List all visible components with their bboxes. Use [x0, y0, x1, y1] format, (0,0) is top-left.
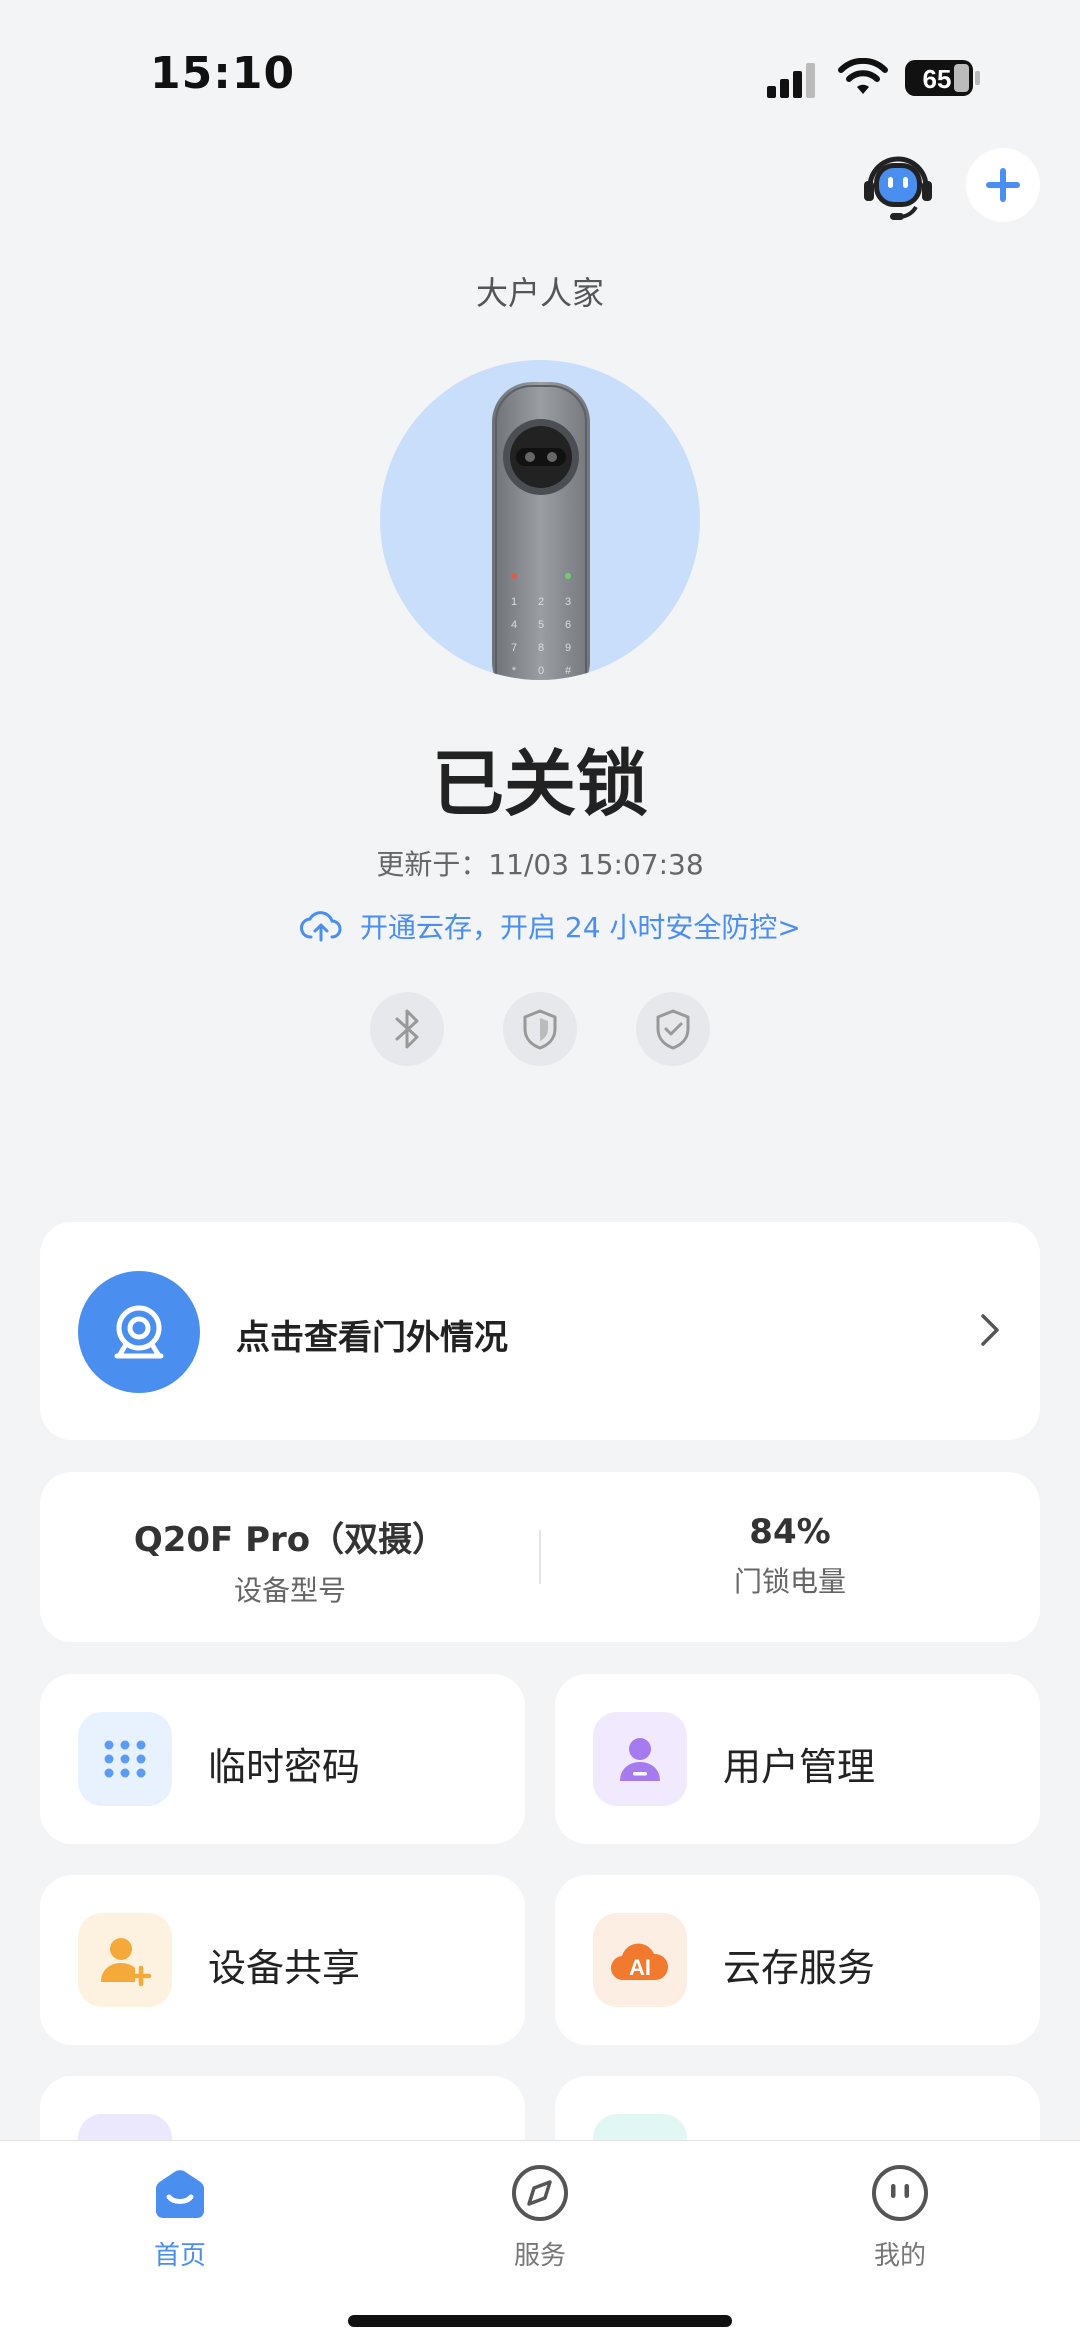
battery-level: 65	[923, 64, 952, 94]
home-icon	[156, 2170, 204, 2218]
wifi-icon	[838, 58, 888, 94]
svg-text:3: 3	[565, 596, 571, 608]
svg-text:4: 4	[511, 619, 517, 631]
svg-text:#: #	[565, 665, 572, 677]
bluetooth-status[interactable]	[370, 992, 444, 1066]
tab-home-label: 首页	[153, 2241, 206, 2271]
add-device-button[interactable]	[966, 148, 1040, 222]
svg-text:5: 5	[538, 619, 544, 631]
robot-headset-icon	[864, 156, 932, 220]
lock-status: 已关锁	[431, 742, 648, 826]
device-sharing-tile[interactable]: 设备共享	[40, 1875, 525, 2045]
device-sharing-label: 设备共享	[208, 1946, 361, 1990]
camera-icon	[78, 1271, 200, 1393]
door-camera-label: 点击查看门外情况	[236, 1318, 508, 1358]
device-model-value: Q20F Pro（双摄）	[133, 1520, 447, 1560]
device-model: Q20F Pro（双摄） 设备型号	[40, 1512, 540, 1609]
more-tile-left[interactable]	[40, 2076, 525, 2140]
last-updated-label: 更新于：	[376, 848, 489, 881]
tab-services[interactable]: 服务	[440, 2163, 640, 2272]
svg-text:*: *	[512, 665, 517, 677]
cloud-promo-text: 开通云存，开启 24 小时安全防控>	[360, 911, 801, 944]
home-name[interactable]: 大户人家	[0, 268, 1080, 314]
tab-mine-label: 我的	[873, 2241, 926, 2271]
battery-icon: 65	[904, 58, 982, 98]
security-status[interactable]	[503, 992, 577, 1066]
compass-icon	[512, 2165, 568, 2221]
customer-service-button[interactable]	[858, 145, 938, 225]
svg-text:0: 0	[538, 665, 544, 677]
chevron-right-icon	[981, 1314, 999, 1346]
door-camera-card[interactable]: 点击查看门外情况	[40, 1222, 1040, 1440]
lock-battery-value: 84%	[749, 1512, 831, 1552]
cellular-signal-icon	[767, 63, 815, 98]
tile-icon-partial	[78, 2114, 172, 2140]
more-tile-right[interactable]	[555, 2076, 1040, 2140]
keypad-icon	[78, 1712, 172, 1806]
last-updated: 更新于：11/03 15:07:38	[0, 843, 1080, 883]
temporary-password-label: 临时密码	[208, 1745, 361, 1789]
user-icon	[593, 1712, 687, 1806]
plus-icon	[986, 168, 1020, 202]
cloud-storage-service-tile[interactable]: AI 云存服务	[555, 1875, 1040, 2045]
bluetooth-icon	[395, 1009, 419, 1049]
add-user-icon	[78, 1913, 172, 2007]
svg-text:7: 7	[511, 642, 517, 654]
lock-battery-label: 门锁电量	[733, 1565, 846, 1598]
tab-services-label: 服务	[513, 2241, 566, 2271]
tile-icon-partial	[593, 2114, 687, 2140]
smart-lock-image[interactable]: 1 2 3 4 5 6 7 8 9 * 0 #	[380, 360, 700, 680]
cloud-storage-service-label: 云存服务	[723, 1946, 876, 1990]
user-management-label: 用户管理	[723, 1745, 876, 1789]
status-time: 15:10	[150, 48, 296, 99]
tab-mine[interactable]: 我的	[800, 2163, 1000, 2272]
svg-text:1: 1	[511, 596, 517, 608]
tab-home[interactable]: 首页	[80, 2163, 280, 2272]
user-management-tile[interactable]: 用户管理	[555, 1674, 1040, 1844]
ai-cloud-icon: AI	[593, 1913, 687, 2007]
svg-text:9: 9	[565, 642, 571, 654]
home-indicator	[348, 2315, 732, 2327]
device-info-card: Q20F Pro（双摄） 设备型号 84% 门锁电量	[40, 1472, 1040, 1642]
device-model-label: 设备型号	[233, 1574, 346, 1607]
shield-check-icon	[656, 1009, 690, 1050]
last-updated-time: 11/03 15:07:38	[488, 848, 704, 881]
lock-battery: 84% 门锁电量	[540, 1512, 1040, 1600]
svg-text:2: 2	[538, 596, 544, 608]
temporary-password-tile[interactable]: 临时密码	[40, 1674, 525, 1844]
protection-status[interactable]	[636, 992, 710, 1066]
shield-icon	[523, 1009, 557, 1050]
svg-text:6: 6	[565, 619, 571, 631]
cloud-storage-promo-link[interactable]: 开通云存，开启 24 小时安全防控>	[300, 900, 820, 952]
smart-lock-illustration: 1 2 3 4 5 6 7 8 9 * 0 #	[492, 382, 590, 680]
svg-text:AI: AI	[629, 1955, 651, 1980]
svg-text:8: 8	[538, 642, 544, 654]
cloud-upload-icon	[300, 911, 342, 942]
profile-face-icon	[872, 2165, 928, 2221]
